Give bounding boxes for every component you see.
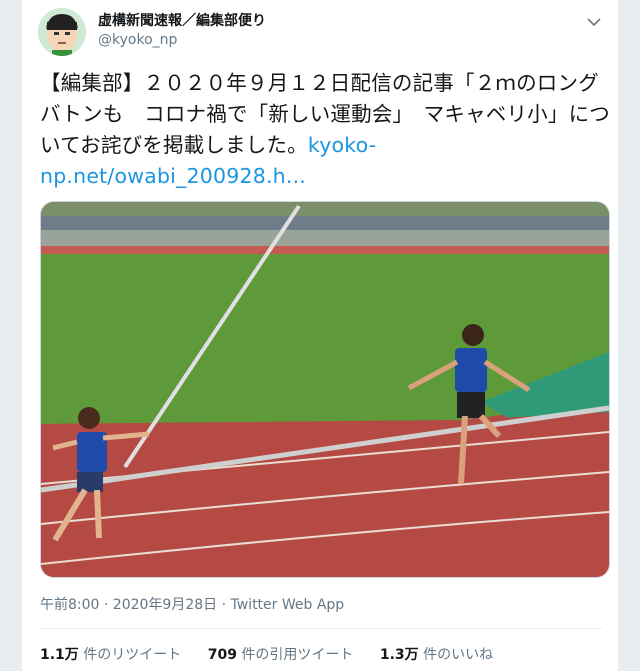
tweet-photo[interactable] bbox=[40, 201, 610, 578]
user-handle[interactable]: @kyoko_np bbox=[98, 32, 177, 48]
divider bbox=[40, 628, 602, 629]
tweet-stats: 1.1万 件のリツイート 709 件の引用ツイート 1.3万 件のいいね bbox=[40, 644, 515, 664]
likes-label[interactable]: 件のいいね bbox=[423, 647, 493, 663]
tweet-text: 【編集部】２０２０年９月１２日配信の記事「２ｍのロングバトンも コロナ禍で「新し… bbox=[40, 68, 610, 192]
retweets-label[interactable]: 件のリツイート bbox=[83, 647, 181, 663]
quotes-count[interactable]: 709 bbox=[208, 647, 237, 663]
avatar-icon bbox=[38, 8, 86, 56]
avatar[interactable] bbox=[38, 8, 86, 56]
chevron-down-icon[interactable] bbox=[584, 12, 604, 32]
quotes-label[interactable]: 件の引用ツイート bbox=[241, 647, 353, 663]
likes-count[interactable]: 1.3万 bbox=[380, 647, 419, 663]
tweet-card: 虚構新聞速報／編集部便り @kyoko_np 【編集部】２０２０年９月１２日配信… bbox=[22, 0, 618, 671]
relay-race-photo bbox=[41, 202, 609, 577]
display-name[interactable]: 虚構新聞速報／編集部便り bbox=[98, 10, 266, 30]
tweet-meta[interactable]: 午前8:00 · 2020年9月28日 · Twitter Web App bbox=[40, 594, 344, 614]
retweets-count[interactable]: 1.1万 bbox=[40, 647, 79, 663]
